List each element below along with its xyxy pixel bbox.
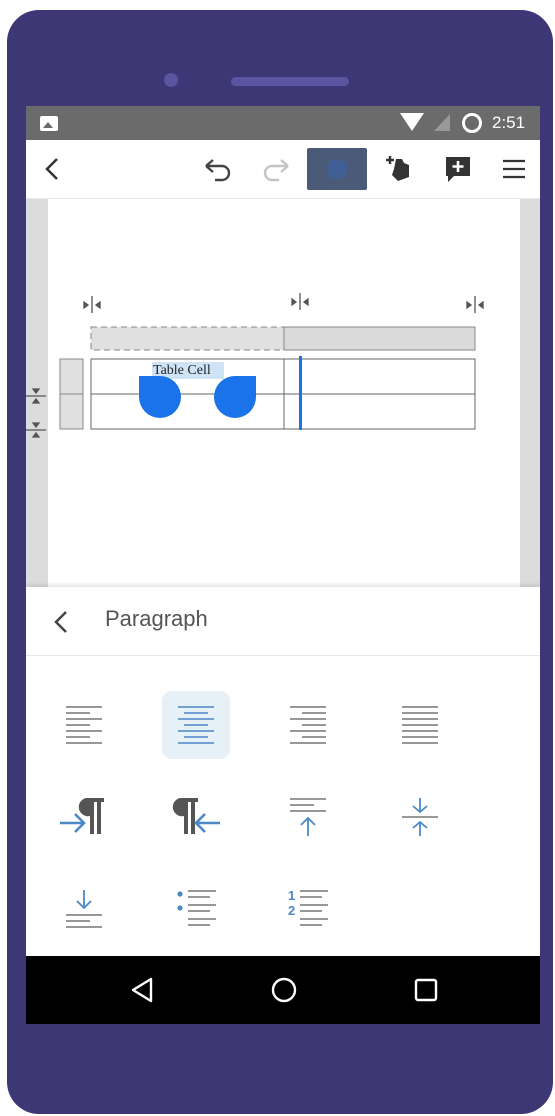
menu-button[interactable] <box>494 140 534 198</box>
back-icon <box>45 158 58 180</box>
speaker-bar <box>231 77 349 86</box>
menu-icon <box>503 159 525 179</box>
table-editor-overlay <box>26 293 484 438</box>
panel-header: Paragraph <box>26 587 540 656</box>
nav-back-button[interactable] <box>112 956 172 1024</box>
column-handle-3[interactable] <box>466 296 484 313</box>
camera-dot <box>164 73 178 87</box>
indent-increase-icon <box>60 798 104 834</box>
editor-toolbar <box>26 140 540 199</box>
column-selector-2[interactable] <box>283 326 476 351</box>
shape-add-button[interactable] <box>376 140 420 198</box>
svg-text:2: 2 <box>288 903 295 918</box>
selection-handle-start[interactable] <box>139 376 181 418</box>
redo-button[interactable] <box>254 140 298 198</box>
panel-title: Paragraph <box>105 606 208 631</box>
svg-text:1: 1 <box>288 888 295 903</box>
align-center-button[interactable] <box>162 691 230 759</box>
document-canvas[interactable]: Table Cell <box>26 199 540 587</box>
wifi-icon <box>400 113 424 131</box>
screen: 2:51 Table Cell Paragraph 1 2 <box>26 106 540 1024</box>
back-button[interactable] <box>32 140 72 198</box>
shape-add-icon <box>386 156 409 181</box>
nav-back-icon <box>131 977 153 1003</box>
row-handle-1[interactable] <box>26 388 46 404</box>
text-cursor <box>299 356 302 430</box>
redo-icon <box>263 159 289 182</box>
align-justify-icon <box>402 706 438 744</box>
no-signal-icon <box>434 114 450 131</box>
nav-home-icon <box>271 977 297 1003</box>
table-cell-text: Table Cell <box>153 363 211 378</box>
spacing-before-icon <box>290 798 326 836</box>
indent-increase-button[interactable] <box>50 783 118 851</box>
chevron-left-icon <box>54 611 67 633</box>
spacing-after-icon <box>66 890 102 928</box>
row-selector-2[interactable] <box>59 393 84 430</box>
align-center-icon <box>178 706 214 744</box>
selection-handle-end[interactable] <box>214 376 256 418</box>
column-handle-1[interactable] <box>83 296 101 313</box>
align-justify-button[interactable] <box>386 691 454 759</box>
spacing-before-button[interactable] <box>274 783 342 851</box>
nav-recents-button[interactable] <box>396 956 456 1024</box>
nav-recents-icon <box>414 978 438 1002</box>
status-bar: 2:51 <box>26 106 540 140</box>
spacing-after-button[interactable] <box>50 875 118 943</box>
spacing-collapse-button[interactable] <box>386 783 454 851</box>
comment-add-icon <box>446 157 470 182</box>
indent-decrease-icon <box>172 798 220 834</box>
bullet-list-icon <box>177 890 216 926</box>
system-nav-bar <box>26 956 540 1024</box>
row-selector-1[interactable] <box>59 358 84 395</box>
panel-back-button[interactable] <box>46 607 76 637</box>
battery-icon <box>462 113 482 133</box>
undo-button[interactable] <box>196 140 240 198</box>
align-left-icon <box>66 706 102 744</box>
spacing-collapse-icon <box>402 798 438 836</box>
column-handle-2[interactable] <box>291 293 309 310</box>
indent-decrease-button[interactable] <box>162 783 230 851</box>
status-time: 2:51 <box>492 113 526 132</box>
align-right-icon <box>290 706 326 744</box>
column-selector-1[interactable] <box>90 326 285 351</box>
numbered-list-icon: 12 <box>288 888 328 926</box>
comment-add-button[interactable] <box>436 140 480 198</box>
undo-icon <box>205 159 231 182</box>
row-handle-2[interactable] <box>26 422 46 438</box>
mode-toggle-icon <box>307 148 367 190</box>
mode-toggle-button[interactable] <box>306 140 368 198</box>
nav-home-button[interactable] <box>254 956 314 1024</box>
align-right-button[interactable] <box>274 691 342 759</box>
numbered-list-button[interactable]: 12 <box>274 875 342 943</box>
align-left-button[interactable] <box>50 691 118 759</box>
bullet-list-button[interactable] <box>162 875 230 943</box>
image-icon <box>40 116 58 131</box>
